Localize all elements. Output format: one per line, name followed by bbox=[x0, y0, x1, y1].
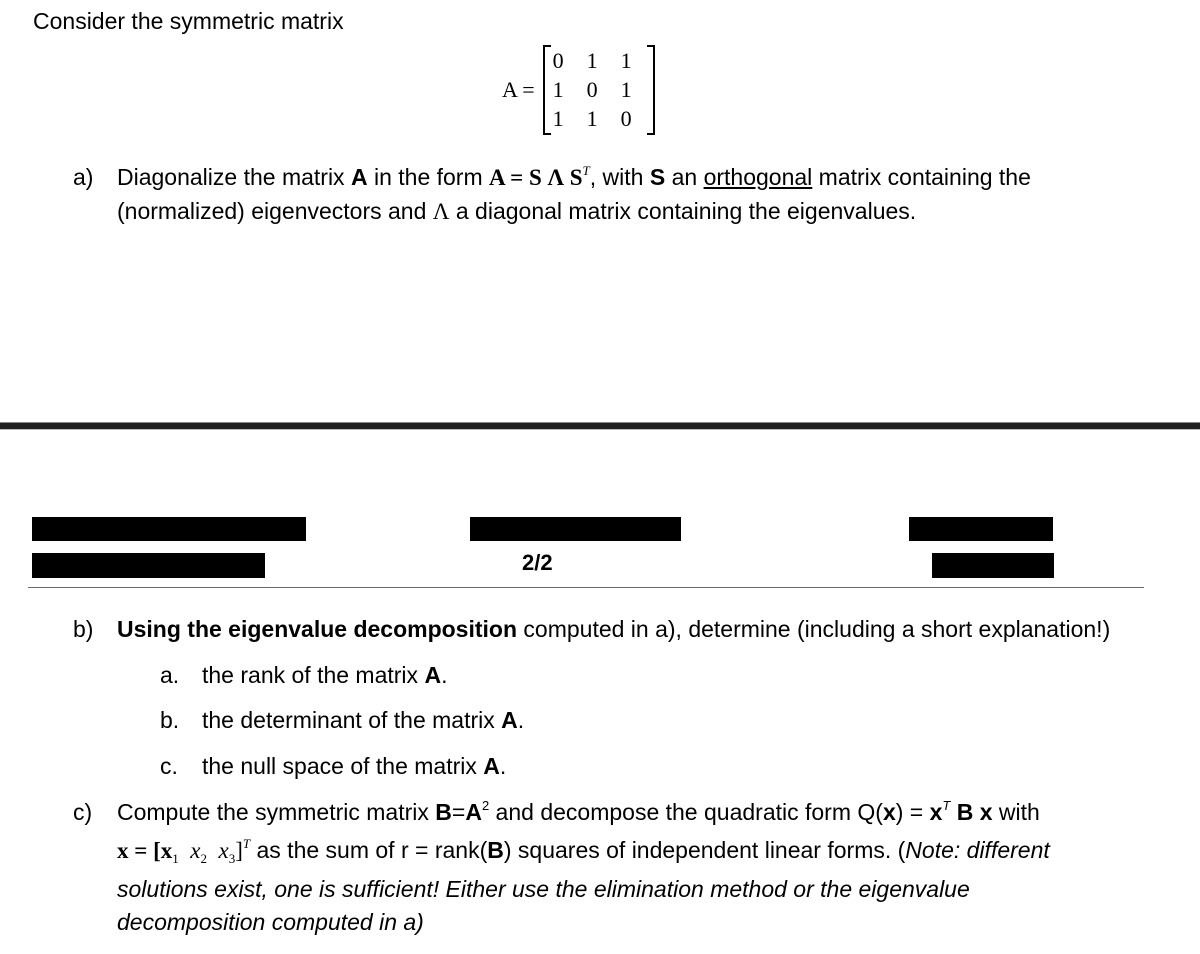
matrix-cell: 1 bbox=[586, 48, 598, 73]
sub-item-label: a. bbox=[160, 662, 180, 688]
part-a-label: a) bbox=[73, 164, 94, 190]
part-b-label: b) bbox=[73, 616, 94, 642]
sub-item-label: c. bbox=[160, 753, 178, 779]
part-c-label: c) bbox=[73, 799, 93, 825]
redacted-block bbox=[32, 553, 265, 578]
matrix-lhs: A = bbox=[502, 77, 535, 102]
matrix-cell: 1 bbox=[552, 106, 564, 131]
redacted-block bbox=[909, 517, 1053, 541]
redacted-block bbox=[32, 517, 306, 541]
sub-item-null-space: the null space of the matrix A. bbox=[202, 753, 507, 779]
part-c-line1: Compute the symmetric matrix B=A2 and de… bbox=[117, 798, 1040, 825]
right-bracket bbox=[646, 45, 655, 135]
page-number: 2/2 bbox=[522, 550, 553, 575]
part-c-line2: x = [x1 x2 x3]T as the sum of r = rank(B… bbox=[117, 836, 1050, 866]
page-separator bbox=[0, 422, 1200, 430]
left-bracket bbox=[542, 45, 551, 135]
redacted-block bbox=[470, 517, 681, 541]
part-c-line3: solutions exist, one is sufficient! Eith… bbox=[117, 876, 970, 902]
intro-text: Consider the symmetric matrix bbox=[33, 8, 344, 34]
vector-x: x = [x1 x2 x3]T bbox=[117, 836, 251, 866]
part-a-line2: (normalized) eigenvectors and Λ a diagon… bbox=[117, 198, 917, 224]
sub-item-rank: the rank of the matrix A. bbox=[202, 662, 448, 688]
matrix-cell: 0 bbox=[620, 106, 632, 131]
matrix-cell: 1 bbox=[552, 77, 564, 102]
footer-rule bbox=[28, 587, 1144, 588]
matrix-cell: 1 bbox=[620, 48, 632, 73]
orthogonal-underlined: orthogonal bbox=[703, 164, 813, 190]
redacted-block bbox=[932, 553, 1054, 578]
part-b-text: Using the eigenvalue decomposition compu… bbox=[117, 616, 1111, 642]
matrix-entries: 0 1 1 1 0 1 1 1 0 bbox=[551, 47, 647, 134]
part-a-line1: Diagonalize the matrix A in the form A =… bbox=[117, 163, 1031, 190]
sub-item-label: b. bbox=[160, 707, 180, 733]
diagonalization-formula: A = S Λ ST bbox=[489, 163, 590, 190]
matrix-cell: 0 bbox=[552, 48, 564, 73]
sub-item-determinant: the determinant of the matrix A. bbox=[202, 707, 525, 733]
matrix-cell: 1 bbox=[586, 106, 598, 131]
matrix-cell: 1 bbox=[620, 77, 632, 102]
matrix-cell: 0 bbox=[586, 77, 598, 102]
part-c-line4: decomposition computed in a) bbox=[117, 909, 424, 935]
matrix-a: A = 0 1 1 1 0 1 1 1 0 bbox=[502, 44, 655, 136]
